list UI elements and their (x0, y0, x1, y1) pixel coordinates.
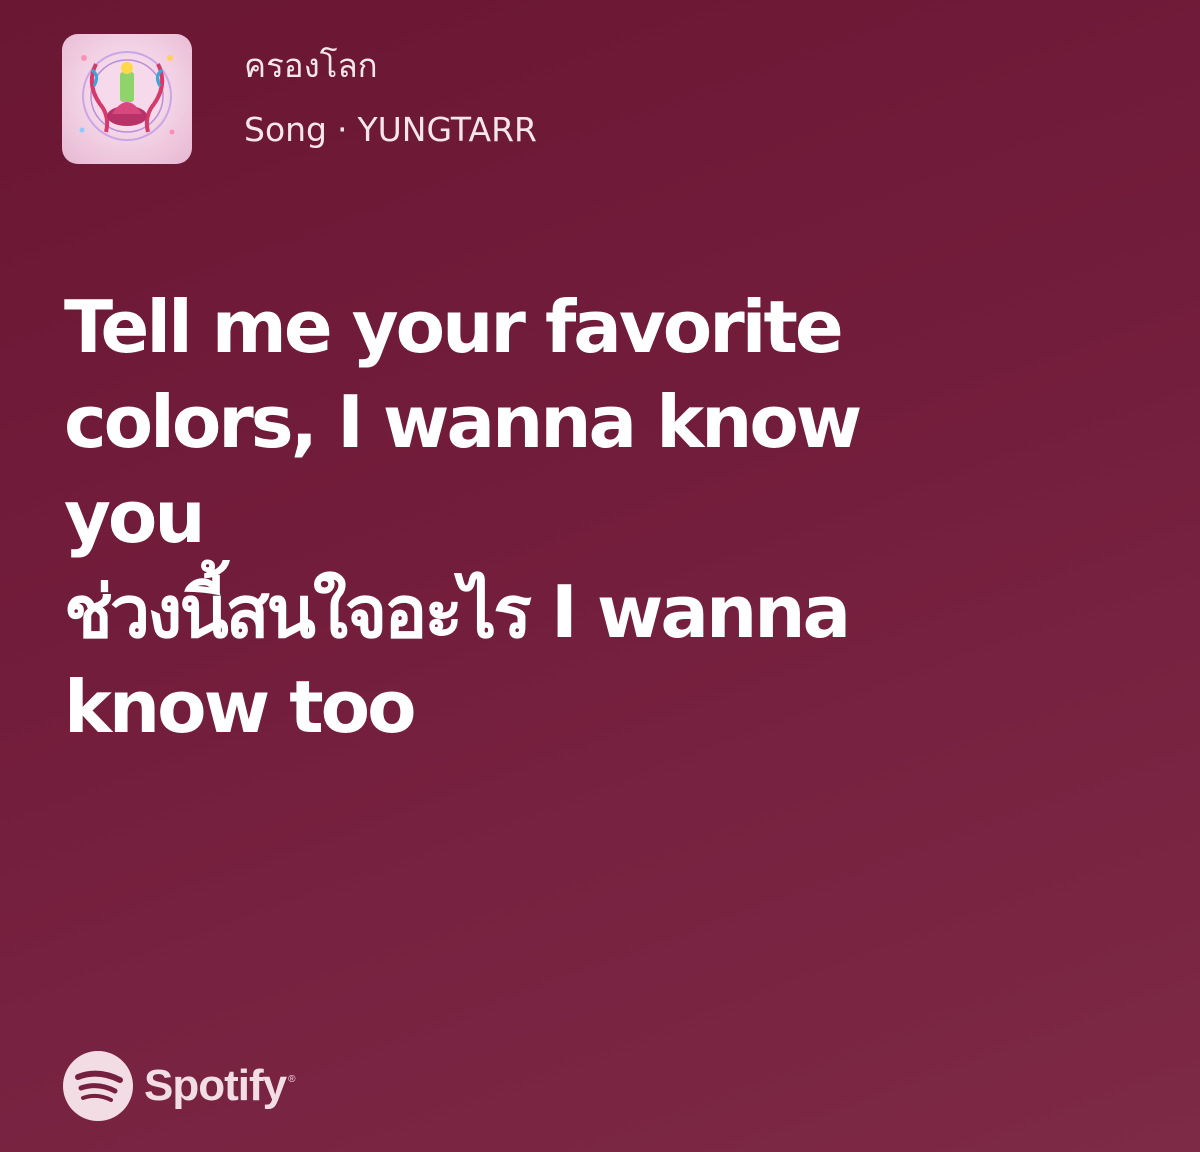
song-header[interactable]: ครองโลก Song · YUNGTARR (62, 34, 537, 164)
song-title: ครองโลก (244, 46, 378, 85)
lyric-line: Tell me your favorite (64, 285, 844, 369)
album-cover (62, 34, 192, 164)
meta-separator: · (337, 110, 348, 149)
lyrics-share-card: ครองโลก Song · YUNGTARR Tell me your fav… (0, 0, 1200, 1152)
spotify-brand: Spotify ® (62, 1050, 295, 1122)
song-meta: ครองโลก Song · YUNGTARR (244, 34, 537, 150)
lyric-line: know too (64, 665, 417, 749)
song-type-label: Song (244, 110, 327, 149)
lyric-line: colors, I wanna know (64, 380, 862, 464)
spotify-logo-icon (63, 1051, 133, 1121)
spotify-wordmark: Spotify (144, 1061, 287, 1110)
registered-mark: ® (288, 1073, 296, 1085)
lyric-line: you (64, 475, 206, 559)
lyric-line: ช่วงนี้สนใจอะไร I wanna (64, 570, 851, 654)
artist-name: YUNGTARR (357, 110, 537, 149)
lyrics-text: Tell me your favorite colors, I wanna kn… (64, 280, 1164, 755)
album-cover-art-icon (79, 51, 175, 141)
song-subtitle: Song · YUNGTARR (244, 110, 537, 150)
